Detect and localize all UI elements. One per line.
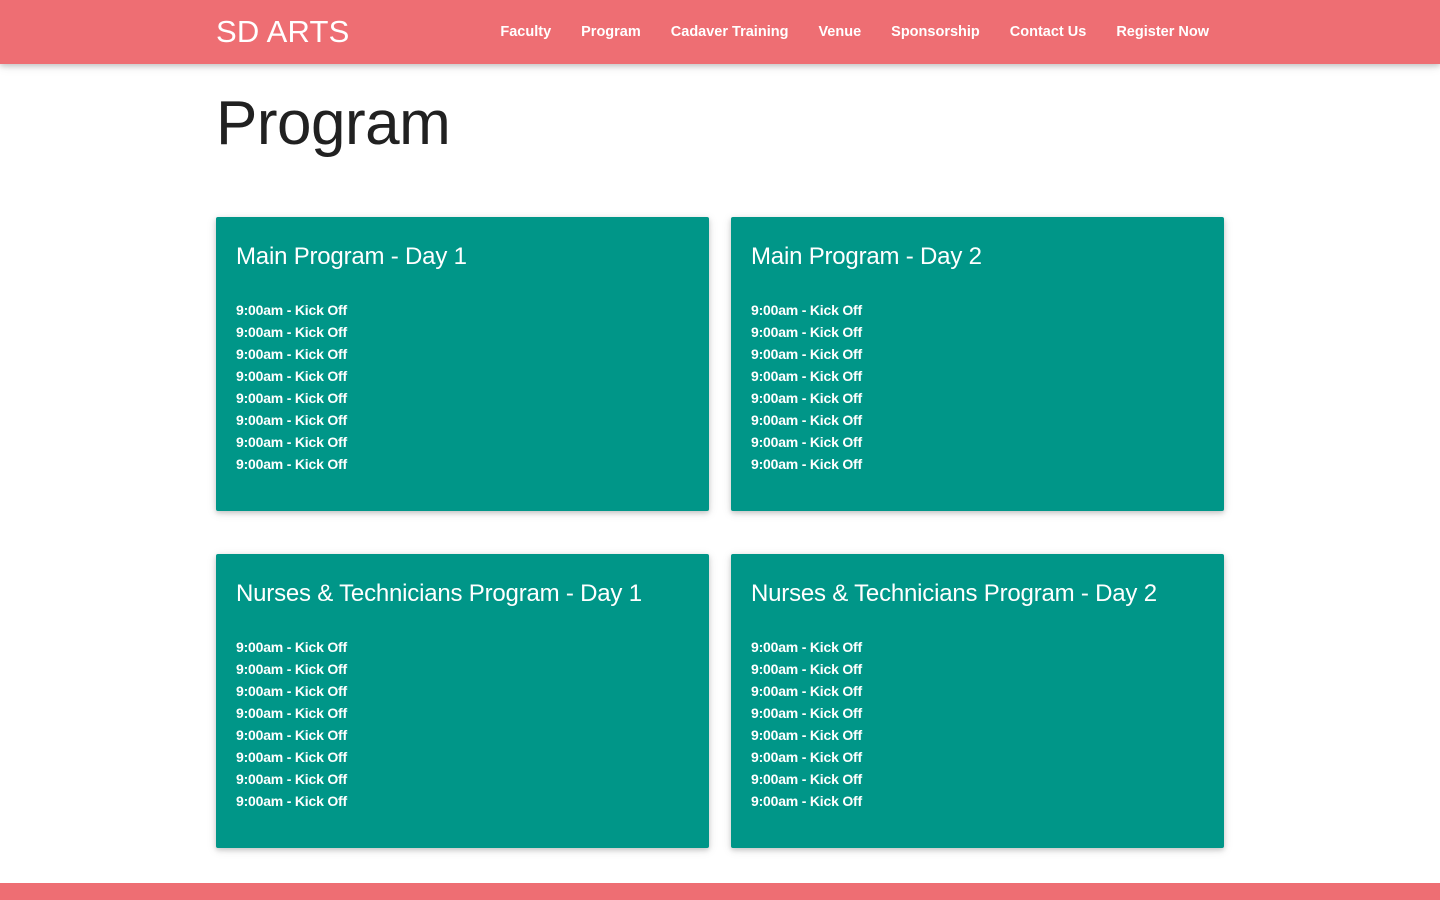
schedule-item: 9:00am - Kick Off xyxy=(751,683,862,699)
schedule-item: 9:00am - Kick Off xyxy=(236,705,347,721)
schedule-item: 9:00am - Kick Off xyxy=(236,793,347,809)
schedule-list: 9:00am - Kick Off 9:00am - Kick Off 9:00… xyxy=(751,636,862,812)
nav-link-sponsorship[interactable]: Sponsorship xyxy=(876,0,995,64)
schedule-item: 9:00am - Kick Off xyxy=(751,771,862,787)
schedule-item: 9:00am - Kick Off xyxy=(751,324,862,340)
schedule-item: 9:00am - Kick Off xyxy=(236,456,347,472)
schedule-item: 9:00am - Kick Off xyxy=(751,793,862,809)
schedule-item: 9:00am - Kick Off xyxy=(751,390,862,406)
card-title: Main Program - Day 1 xyxy=(236,243,467,270)
card-title: Main Program - Day 2 xyxy=(751,243,982,270)
nav-link-register-now[interactable]: Register Now xyxy=(1101,0,1224,64)
schedule-item: 9:00am - Kick Off xyxy=(236,412,347,428)
nav-item-register-now: Register Now xyxy=(1101,0,1224,64)
schedule-list: 9:00am - Kick Off 9:00am - Kick Off 9:00… xyxy=(236,299,347,475)
schedule-item: 9:00am - Kick Off xyxy=(751,639,862,655)
schedule-item: 9:00am - Kick Off xyxy=(751,412,862,428)
schedule-item: 9:00am - Kick Off xyxy=(236,390,347,406)
top-navbar: SD ARTS Faculty Program Cadaver Training… xyxy=(0,0,1440,64)
schedule-item: 9:00am - Kick Off xyxy=(236,727,347,743)
nav-item-faculty: Faculty xyxy=(485,0,566,64)
navbar-container: SD ARTS Faculty Program Cadaver Training… xyxy=(216,0,1224,64)
schedule-item: 9:00am - Kick Off xyxy=(751,456,862,472)
nav-item-program: Program xyxy=(566,0,656,64)
schedule-item: 9:00am - Kick Off xyxy=(751,749,862,765)
schedule-item: 9:00am - Kick Off xyxy=(236,346,347,362)
schedule-list: 9:00am - Kick Off 9:00am - Kick Off 9:00… xyxy=(236,636,347,812)
nav-item-sponsorship: Sponsorship xyxy=(876,0,995,64)
schedule-item: 9:00am - Kick Off xyxy=(236,749,347,765)
program-card-nurses-day-1: Nurses & Technicians Program - Day 1 9:0… xyxy=(216,554,709,848)
schedule-item: 9:00am - Kick Off xyxy=(751,346,862,362)
nav-link-contact-us[interactable]: Contact Us xyxy=(995,0,1102,64)
nav-link-program[interactable]: Program xyxy=(566,0,656,64)
schedule-item: 9:00am - Kick Off xyxy=(751,661,862,677)
schedule-item: 9:00am - Kick Off xyxy=(751,727,862,743)
nav-link-cadaver-training[interactable]: Cadaver Training xyxy=(656,0,804,64)
schedule-item: 9:00am - Kick Off xyxy=(236,639,347,655)
page-footer xyxy=(0,883,1440,900)
nav-link-faculty[interactable]: Faculty xyxy=(485,0,566,64)
schedule-item: 9:00am - Kick Off xyxy=(236,771,347,787)
schedule-item: 9:00am - Kick Off xyxy=(236,368,347,384)
schedule-item: 9:00am - Kick Off xyxy=(236,683,347,699)
schedule-item: 9:00am - Kick Off xyxy=(236,324,347,340)
brand-logo[interactable]: SD ARTS xyxy=(216,0,349,64)
schedule-list: 9:00am - Kick Off 9:00am - Kick Off 9:00… xyxy=(751,299,862,475)
schedule-item: 9:00am - Kick Off xyxy=(236,434,347,450)
card-title: Nurses & Technicians Program - Day 1 xyxy=(236,580,642,607)
schedule-item: 9:00am - Kick Off xyxy=(236,302,347,318)
program-card-nurses-day-2: Nurses & Technicians Program - Day 2 9:0… xyxy=(731,554,1224,848)
nav-item-contact-us: Contact Us xyxy=(995,0,1102,64)
program-card-main-day-2: Main Program - Day 2 9:00am - Kick Off 9… xyxy=(731,217,1224,511)
page-title: Program xyxy=(216,89,451,158)
nav-item-venue: Venue xyxy=(803,0,876,64)
schedule-item: 9:00am - Kick Off xyxy=(751,434,862,450)
schedule-item: 9:00am - Kick Off xyxy=(751,705,862,721)
nav-link-venue[interactable]: Venue xyxy=(803,0,876,64)
card-title: Nurses & Technicians Program - Day 2 xyxy=(751,580,1157,607)
schedule-item: 9:00am - Kick Off xyxy=(751,302,862,318)
program-card-main-day-1: Main Program - Day 1 9:00am - Kick Off 9… xyxy=(216,217,709,511)
nav-item-cadaver-training: Cadaver Training xyxy=(656,0,804,64)
nav-links: Faculty Program Cadaver Training Venue S… xyxy=(485,0,1224,64)
schedule-item: 9:00am - Kick Off xyxy=(236,661,347,677)
schedule-item: 9:00am - Kick Off xyxy=(751,368,862,384)
